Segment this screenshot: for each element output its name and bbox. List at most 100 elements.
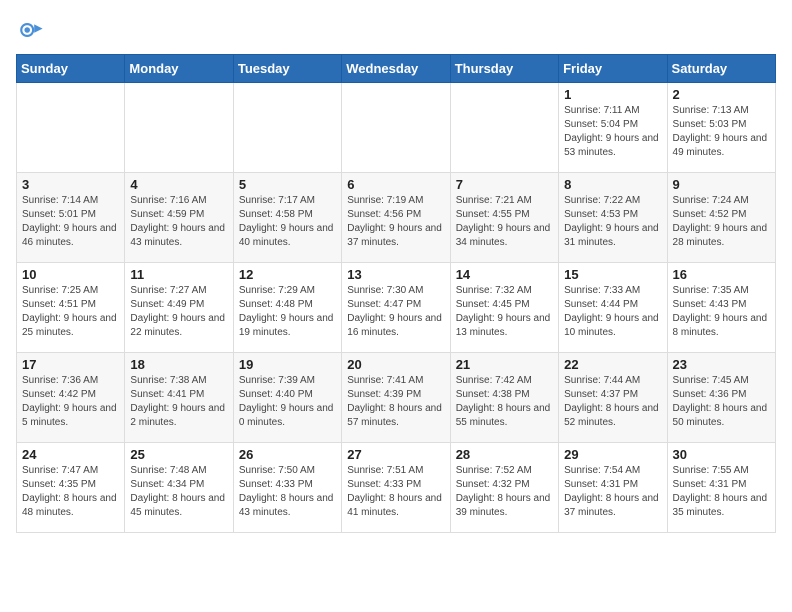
weekday-header-sunday: Sunday <box>17 55 125 83</box>
day-info: Sunrise: 7:39 AM Sunset: 4:40 PM Dayligh… <box>239 374 336 430</box>
day-info: Sunrise: 7:11 AM Sunset: 5:04 PM Dayligh… <box>564 104 661 160</box>
day-info: Sunrise: 7:55 AM Sunset: 4:31 PM Dayligh… <box>673 464 770 520</box>
calendar-cell <box>17 83 125 173</box>
day-info: Sunrise: 7:41 AM Sunset: 4:39 PM Dayligh… <box>347 374 444 430</box>
calendar-cell: 18 Sunrise: 7:38 AM Sunset: 4:41 PM Dayli… <box>125 353 233 443</box>
day-info: Sunrise: 7:13 AM Sunset: 5:03 PM Dayligh… <box>673 104 770 160</box>
day-number: 17 <box>22 357 119 372</box>
day-number: 7 <box>456 177 553 192</box>
day-info: Sunrise: 7:17 AM Sunset: 4:58 PM Dayligh… <box>239 194 336 250</box>
day-info: Sunrise: 7:45 AM Sunset: 4:36 PM Dayligh… <box>673 374 770 430</box>
calendar-cell: 1 Sunrise: 7:11 AM Sunset: 5:04 PM Daylig… <box>559 83 667 173</box>
weekday-header-thursday: Thursday <box>450 55 558 83</box>
calendar-week-1: 3 Sunrise: 7:14 AM Sunset: 5:01 PM Daylig… <box>17 173 776 263</box>
day-number: 5 <box>239 177 336 192</box>
day-number: 28 <box>456 447 553 462</box>
calendar-cell: 15 Sunrise: 7:33 AM Sunset: 4:44 PM Dayli… <box>559 263 667 353</box>
day-number: 27 <box>347 447 444 462</box>
calendar-cell: 6Sunrise: 7:19 AM Sunset: 4:56 PM Daylig… <box>342 173 450 263</box>
calendar-cell: 26 Sunrise: 7:50 AM Sunset: 4:33 PM Dayli… <box>233 443 341 533</box>
day-info: Sunrise: 7:51 AM Sunset: 4:33 PM Dayligh… <box>347 464 444 520</box>
day-number: 10 <box>22 267 119 282</box>
calendar-cell: 21 Sunrise: 7:42 AM Sunset: 4:38 PM Dayli… <box>450 353 558 443</box>
calendar-cell: 9Sunrise: 7:24 AM Sunset: 4:52 PM Daylig… <box>667 173 775 263</box>
weekday-header-friday: Friday <box>559 55 667 83</box>
day-info: Sunrise: 7:52 AM Sunset: 4:32 PM Dayligh… <box>456 464 553 520</box>
day-info: Sunrise: 7:16 AM Sunset: 4:59 PM Dayligh… <box>130 194 227 250</box>
day-info: Sunrise: 7:32 AM Sunset: 4:45 PM Dayligh… <box>456 284 553 340</box>
calendar-cell: 29 Sunrise: 7:54 AM Sunset: 4:31 PM Dayli… <box>559 443 667 533</box>
calendar-cell: 19 Sunrise: 7:39 AM Sunset: 4:40 PM Dayli… <box>233 353 341 443</box>
weekday-header-tuesday: Tuesday <box>233 55 341 83</box>
calendar-cell <box>233 83 341 173</box>
calendar-header-row: SundayMondayTuesdayWednesdayThursdayFrid… <box>17 55 776 83</box>
day-info: Sunrise: 7:42 AM Sunset: 4:38 PM Dayligh… <box>456 374 553 430</box>
weekday-header-wednesday: Wednesday <box>342 55 450 83</box>
calendar-week-3: 17 Sunrise: 7:36 AM Sunset: 4:42 PM Dayli… <box>17 353 776 443</box>
calendar-table: SundayMondayTuesdayWednesdayThursdayFrid… <box>16 54 776 533</box>
day-number: 15 <box>564 267 661 282</box>
calendar-cell <box>125 83 233 173</box>
day-info: Sunrise: 7:30 AM Sunset: 4:47 PM Dayligh… <box>347 284 444 340</box>
day-number: 12 <box>239 267 336 282</box>
calendar-cell: 10Sunrise: 7:25 AM Sunset: 4:51 PM Dayli… <box>17 263 125 353</box>
page-header <box>16 16 776 44</box>
calendar-cell <box>450 83 558 173</box>
day-number: 16 <box>673 267 770 282</box>
day-info: Sunrise: 7:36 AM Sunset: 4:42 PM Dayligh… <box>22 374 119 430</box>
calendar-cell: 3 Sunrise: 7:14 AM Sunset: 5:01 PM Daylig… <box>17 173 125 263</box>
calendar-cell: 24 Sunrise: 7:47 AM Sunset: 4:35 PM Dayli… <box>17 443 125 533</box>
day-number: 24 <box>22 447 119 462</box>
day-info: Sunrise: 7:54 AM Sunset: 4:31 PM Dayligh… <box>564 464 661 520</box>
day-number: 3 <box>22 177 119 192</box>
calendar-cell: 2 Sunrise: 7:13 AM Sunset: 5:03 PM Daylig… <box>667 83 775 173</box>
weekday-header-saturday: Saturday <box>667 55 775 83</box>
day-info: Sunrise: 7:38 AM Sunset: 4:41 PM Dayligh… <box>130 374 227 430</box>
day-info: Sunrise: 7:48 AM Sunset: 4:34 PM Dayligh… <box>130 464 227 520</box>
day-number: 13 <box>347 267 444 282</box>
calendar-cell: 4 Sunrise: 7:16 AM Sunset: 4:59 PM Daylig… <box>125 173 233 263</box>
day-number: 29 <box>564 447 661 462</box>
calendar-cell: 8 Sunrise: 7:22 AM Sunset: 4:53 PM Daylig… <box>559 173 667 263</box>
weekday-header-monday: Monday <box>125 55 233 83</box>
calendar-cell: 11Sunrise: 7:27 AM Sunset: 4:49 PM Dayli… <box>125 263 233 353</box>
calendar-week-0: 1 Sunrise: 7:11 AM Sunset: 5:04 PM Daylig… <box>17 83 776 173</box>
day-number: 21 <box>456 357 553 372</box>
day-number: 30 <box>673 447 770 462</box>
day-number: 2 <box>673 87 770 102</box>
calendar-cell: 27 Sunrise: 7:51 AM Sunset: 4:33 PM Dayli… <box>342 443 450 533</box>
logo <box>16 16 48 44</box>
day-info: Sunrise: 7:47 AM Sunset: 4:35 PM Dayligh… <box>22 464 119 520</box>
day-info: Sunrise: 7:44 AM Sunset: 4:37 PM Dayligh… <box>564 374 661 430</box>
calendar-cell: 22 Sunrise: 7:44 AM Sunset: 4:37 PM Dayli… <box>559 353 667 443</box>
day-info: Sunrise: 7:50 AM Sunset: 4:33 PM Dayligh… <box>239 464 336 520</box>
calendar-cell: 14 Sunrise: 7:32 AM Sunset: 4:45 PM Dayli… <box>450 263 558 353</box>
day-number: 14 <box>456 267 553 282</box>
calendar-cell: 28 Sunrise: 7:52 AM Sunset: 4:32 PM Dayli… <box>450 443 558 533</box>
day-number: 22 <box>564 357 661 372</box>
day-info: Sunrise: 7:27 AM Sunset: 4:49 PM Dayligh… <box>130 284 227 340</box>
logo-icon <box>16 16 44 44</box>
calendar-week-4: 24 Sunrise: 7:47 AM Sunset: 4:35 PM Dayli… <box>17 443 776 533</box>
day-number: 4 <box>130 177 227 192</box>
day-info: Sunrise: 7:35 AM Sunset: 4:43 PM Dayligh… <box>673 284 770 340</box>
day-info: Sunrise: 7:14 AM Sunset: 5:01 PM Dayligh… <box>22 194 119 250</box>
day-info: Sunrise: 7:24 AM Sunset: 4:52 PM Dayligh… <box>673 194 770 250</box>
day-number: 26 <box>239 447 336 462</box>
day-info: Sunrise: 7:22 AM Sunset: 4:53 PM Dayligh… <box>564 194 661 250</box>
day-number: 8 <box>564 177 661 192</box>
day-number: 18 <box>130 357 227 372</box>
calendar-cell: 23 Sunrise: 7:45 AM Sunset: 4:36 PM Dayli… <box>667 353 775 443</box>
day-info: Sunrise: 7:33 AM Sunset: 4:44 PM Dayligh… <box>564 284 661 340</box>
calendar-cell <box>342 83 450 173</box>
calendar-cell: 17 Sunrise: 7:36 AM Sunset: 4:42 PM Dayli… <box>17 353 125 443</box>
day-number: 19 <box>239 357 336 372</box>
day-number: 23 <box>673 357 770 372</box>
calendar-body: 1 Sunrise: 7:11 AM Sunset: 5:04 PM Daylig… <box>17 83 776 533</box>
calendar-cell: 30 Sunrise: 7:55 AM Sunset: 4:31 PM Dayli… <box>667 443 775 533</box>
calendar-cell: 7Sunrise: 7:21 AM Sunset: 4:55 PM Daylig… <box>450 173 558 263</box>
calendar-cell: 13 Sunrise: 7:30 AM Sunset: 4:47 PM Dayli… <box>342 263 450 353</box>
calendar-week-2: 10Sunrise: 7:25 AM Sunset: 4:51 PM Dayli… <box>17 263 776 353</box>
day-number: 25 <box>130 447 227 462</box>
day-number: 1 <box>564 87 661 102</box>
